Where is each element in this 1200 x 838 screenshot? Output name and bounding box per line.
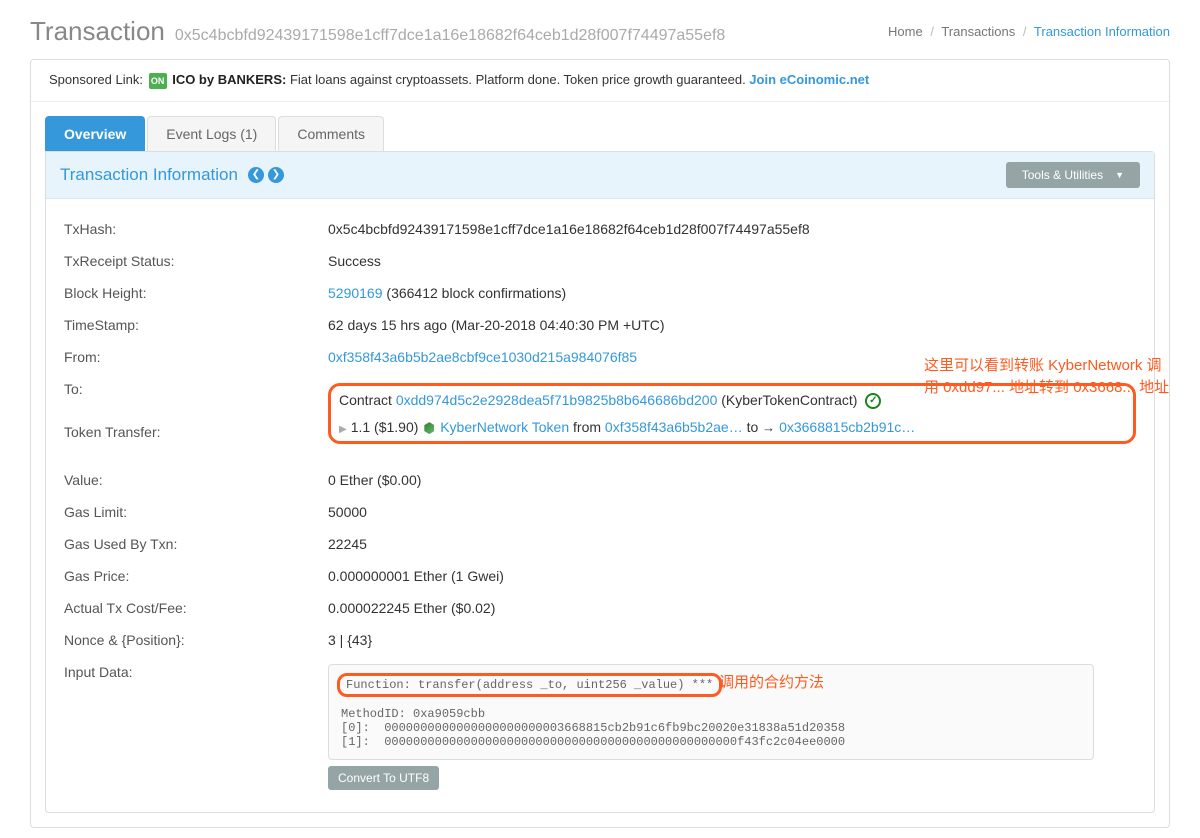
gaslimit-value: 50000 (328, 504, 1136, 520)
tools-utilities-button[interactable]: Tools & Utilities ▼ (1006, 162, 1140, 188)
transfer-amount: 1.1 ($1.90) (351, 419, 423, 435)
input-label: Input Data: (64, 664, 328, 790)
sponsored-bold: ICO by BANKERS: (172, 72, 286, 87)
next-tx-icon[interactable]: ❯ (268, 167, 284, 183)
block-confirmations: (366412 block confirmations) (383, 285, 567, 301)
panel-title: Transaction Information (60, 165, 238, 185)
to-label: To: (64, 381, 328, 446)
input-data-box: Function: transfer(address _to, uint256 … (328, 664, 1094, 760)
transfer-from-link[interactable]: 0xf358f43a6b5b2ae… (605, 419, 743, 435)
convert-utf8-button[interactable]: Convert To UTF8 (328, 766, 439, 790)
breadcrumb-sep: / (1023, 24, 1027, 39)
gasused-label: Gas Used By Txn: (64, 536, 328, 552)
gasprice-label: Gas Price: (64, 568, 328, 584)
breadcrumb-home[interactable]: Home (888, 24, 923, 39)
gasprice-value: 0.000000001 Ether (1 Gwei) (328, 568, 1136, 584)
receipt-value: Success (328, 253, 1136, 269)
transfer-to-label: to (743, 419, 762, 435)
sponsored-text: Fiat loans against cryptoassets. Platfor… (286, 72, 749, 87)
page-title: Transaction (30, 16, 165, 47)
gasused-value: 22245 (328, 536, 1136, 552)
from-label: From: (64, 349, 328, 365)
tools-label: Tools & Utilities (1022, 168, 1103, 182)
nonce-label: Nonce & {Position}: (64, 632, 328, 648)
value-value: 0 Ether ($0.00) (328, 472, 1136, 488)
input-row1: [1]: 00000000000000000000000000000000000… (341, 735, 1081, 749)
block-link[interactable]: 5290169 (328, 285, 383, 301)
receipt-label: TxReceipt Status: (64, 253, 328, 269)
panel: Transaction Information ❮ ❯ Tools & Util… (45, 151, 1155, 813)
transfer-token-link[interactable]: KyberNetwork Token (440, 419, 569, 435)
cost-value: 0.000022245 Ether ($0.02) (328, 600, 1136, 616)
time-value: 62 days 15 hrs ago (Mar-20-2018 04:40:30… (328, 317, 1136, 333)
page-header: Transaction 0x5c4bcbfd92439171598e1cff7d… (30, 10, 1170, 59)
tab-comments[interactable]: Comments (278, 116, 384, 151)
content-wrap: Sponsored Link: ON ICO by BANKERS: Fiat … (30, 59, 1170, 828)
input-function-highlight: Function: transfer(address _to, uint256 … (337, 673, 722, 697)
nonce-value: 3 | {43} (328, 632, 1136, 648)
input-row0: [0]: 0000000000000000000000003668815cb2b… (341, 721, 1081, 735)
sponsored-link[interactable]: Join eCoinomic.net (749, 72, 869, 87)
txhash-label: TxHash: (64, 221, 328, 237)
breadcrumb-active: Transaction Information (1034, 24, 1170, 39)
from-link[interactable]: 0xf358f43a6b5b2ae8cbf9ce1030d215a984076f… (328, 349, 637, 365)
panel-title-wrap: Transaction Information ❮ ❯ (60, 165, 284, 185)
check-icon: ✓ (865, 393, 881, 409)
transfer-from-label: from (569, 419, 605, 435)
sponsored-icon: ON (149, 73, 167, 89)
to-contract-link[interactable]: 0xdd974d5c2e2928dea5f71b9825b8b646686bd2… (396, 392, 718, 408)
to-contract-suffix: (KyberTokenContract) (717, 392, 861, 408)
tab-eventlogs[interactable]: Event Logs (1) (147, 116, 276, 151)
txhash-value: 0x5c4bcbfd92439171598e1cff7dce1a16e18682… (328, 221, 1136, 237)
annotation-input-fn: 调用的合约方法 (719, 671, 824, 692)
value-label: Value: (64, 472, 328, 488)
tx-details: TxHash: 0x5c4bcbfd92439171598e1cff7dce1a… (46, 199, 1154, 812)
time-label: TimeStamp: (64, 317, 328, 333)
panel-header: Transaction Information ❮ ❯ Tools & Util… (46, 152, 1154, 199)
input-method: MethodID: 0xa9059cbb (341, 707, 1081, 721)
breadcrumb: Home / Transactions / Transaction Inform… (888, 24, 1170, 39)
arrow-right-icon: → (762, 420, 775, 435)
to-contract-prefix: Contract (339, 392, 396, 408)
sponsored-label: Sponsored Link: (49, 72, 143, 87)
gaslimit-label: Gas Limit: (64, 504, 328, 520)
breadcrumb-transactions[interactable]: Transactions (941, 24, 1015, 39)
prev-tx-icon[interactable]: ❮ (248, 167, 264, 183)
caret-down-icon: ▼ (1115, 170, 1124, 180)
breadcrumb-sep: / (930, 24, 934, 39)
triangle-icon: ▶ (339, 424, 347, 435)
annotation-to: 这里可以看到转账 KyberNetwork 调用 0xdd97... 地址转到 … (924, 355, 1170, 400)
cost-label: Actual Tx Cost/Fee: (64, 600, 328, 616)
tab-overview[interactable]: Overview (45, 116, 145, 151)
transfer-to-link[interactable]: 0x3668815cb2b91c… (779, 419, 915, 435)
header-tx-hash: 0x5c4bcbfd92439171598e1cff7dce1a16e18682… (175, 27, 725, 45)
kyber-icon (424, 422, 434, 434)
block-label: Block Height: (64, 285, 328, 301)
tabs: Overview Event Logs (1) Comments (45, 116, 1155, 151)
sponsored-bar: Sponsored Link: ON ICO by BANKERS: Fiat … (31, 60, 1169, 102)
